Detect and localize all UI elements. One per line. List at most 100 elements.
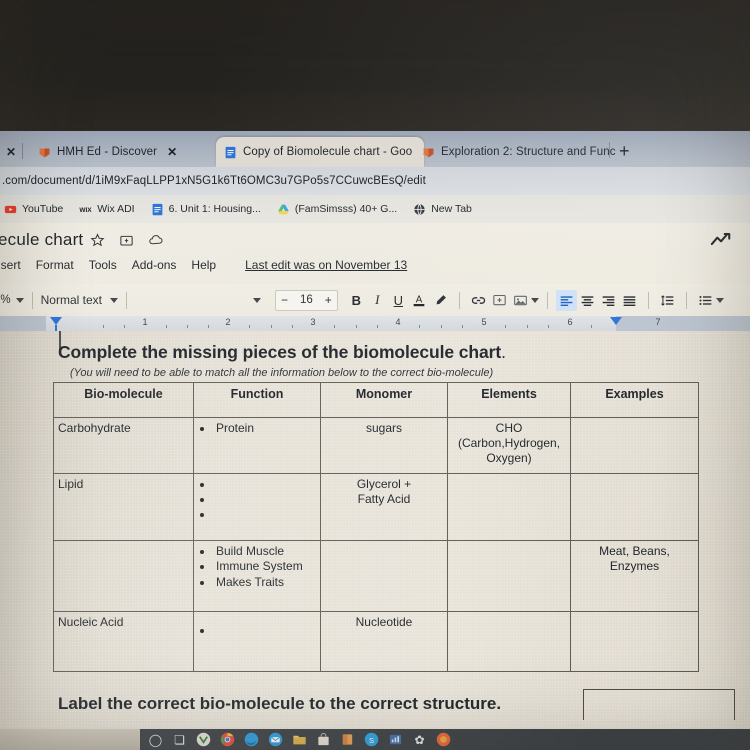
cell-function[interactable] <box>193 611 321 672</box>
col-header-examples: Examples <box>570 382 699 418</box>
bookmark-famsimsss[interactable]: (FamSimsss) 40+ G... <box>277 203 397 216</box>
settings-gear-icon[interactable]: ✿ <box>412 733 427 747</box>
menu-add-ons[interactable]: Add-ons <box>132 258 177 272</box>
left-indent-marker[interactable] <box>50 317 62 325</box>
cell-monomer[interactable]: sugars <box>320 417 448 474</box>
zoom-selector[interactable]: 0% <box>0 294 24 306</box>
bulleted-list-icon[interactable] <box>695 290 716 311</box>
highlight-pen-icon[interactable] <box>430 290 451 311</box>
text-color-button[interactable]: A <box>409 290 430 311</box>
line-spacing-icon[interactable] <box>657 290 678 311</box>
menu-insert[interactable]: nsert <box>0 258 21 272</box>
answer-box[interactable] <box>583 689 735 720</box>
table-row[interactable]: Carbohydrate Protein sugars CHO (Carbon,… <box>53 417 699 474</box>
trending-up-icon[interactable] <box>710 231 732 253</box>
list-item <box>214 492 316 507</box>
new-tab-button[interactable]: + <box>619 142 630 160</box>
cell-elements[interactable] <box>447 540 571 612</box>
cell-examples[interactable] <box>570 417 699 474</box>
table-row[interactable]: Lipid Glycerol + Fatty Acid <box>53 473 699 541</box>
cell-elements[interactable] <box>447 473 571 541</box>
insert-image-icon[interactable] <box>510 290 531 311</box>
cell-examples[interactable]: Meat, Beans, Enzymes <box>570 540 699 612</box>
cell-biomolecule[interactable]: Lipid <box>53 473 194 541</box>
mail-icon[interactable] <box>268 732 283 747</box>
table-row[interactable]: Build Muscle Immune System Makes Traits … <box>53 540 699 612</box>
cell-monomer[interactable]: Nucleotide <box>320 611 448 672</box>
skype-icon[interactable]: S <box>364 732 379 747</box>
bookmark-youtube[interactable]: YouTube <box>4 203 63 216</box>
cell-examples[interactable] <box>570 473 699 541</box>
google-docs-icon <box>224 146 237 159</box>
tab-label: Exploration 2: Structure and Func <box>441 146 616 158</box>
insert-image-chevron-down-icon[interactable] <box>530 297 539 303</box>
last-edit-status[interactable]: Last edit was on November 13 <box>245 258 407 272</box>
increase-font-size-button[interactable]: + <box>320 293 337 307</box>
url-text: .com/document/d/1iM9xFaqLLPP1xN5G1k6Tt6O… <box>2 175 426 187</box>
insert-link-icon[interactable] <box>468 290 489 311</box>
cell-elements[interactable] <box>447 611 571 672</box>
decrease-font-size-button[interactable]: − <box>276 293 293 307</box>
move-to-folder-icon[interactable] <box>119 233 134 248</box>
cell-biomolecule[interactable]: Carbohydrate <box>53 417 194 474</box>
table-row[interactable]: Nucleic Acid Nucleotide <box>53 611 699 672</box>
document-title[interactable]: ecule chart <box>0 230 83 250</box>
task-view-icon[interactable]: ❏ <box>172 733 187 747</box>
bookmark-new-tab[interactable]: New Tab <box>413 203 472 216</box>
right-indent-marker[interactable] <box>610 317 622 325</box>
docs-ruler[interactable]: 1 2 3 4 5 6 7 <box>0 316 750 331</box>
bookmark-wix-adi[interactable]: WIX Wix ADI <box>79 203 135 216</box>
office-icon[interactable] <box>340 732 355 747</box>
toolbar-divider <box>31 291 33 309</box>
chrome-icon[interactable] <box>220 732 235 747</box>
cell-elements[interactable]: CHO (Carbon,Hydrogen, Oxygen) <box>447 417 571 474</box>
menu-format[interactable]: Format <box>36 258 74 272</box>
chart-app-icon[interactable] <box>388 732 403 747</box>
align-right-icon[interactable] <box>598 290 619 311</box>
cell-function[interactable] <box>193 473 321 541</box>
cloud-saved-icon[interactable] <box>148 233 164 248</box>
store-icon[interactable] <box>316 732 331 747</box>
browser-tab-biomolecule-chart[interactable]: Copy of Biomolecule chart - Goo ✕ <box>216 137 424 167</box>
menu-help[interactable]: Help <box>191 258 216 272</box>
browser-tab-exploration-2[interactable]: Exploration 2: Structure and Func ✕ <box>414 137 626 167</box>
cell-examples[interactable] <box>570 611 699 672</box>
cell-function[interactable]: Build Muscle Immune System Makes Traits <box>193 540 321 612</box>
font-family-chevron-down-icon[interactable] <box>252 297 261 303</box>
align-justify-icon[interactable] <box>619 290 640 311</box>
function-bullet-list <box>198 477 316 522</box>
firefox-icon[interactable] <box>436 732 451 747</box>
cortana-circle-icon[interactable]: ◯ <box>148 733 163 747</box>
list-chevron-down-icon[interactable] <box>715 297 724 303</box>
address-bar[interactable]: .com/document/d/1iM9xFaqLLPP1xN5G1k6Tt6O… <box>0 167 750 195</box>
star-icon[interactable] <box>90 233 105 248</box>
add-comment-icon[interactable] <box>489 290 510 311</box>
edge-icon[interactable] <box>244 732 259 747</box>
offscreen-tab-close-icon[interactable]: ✕ <box>6 145 16 159</box>
close-icon[interactable]: ✕ <box>167 145 177 159</box>
cell-biomolecule[interactable] <box>53 540 194 612</box>
file-explorer-icon[interactable] <box>292 732 307 747</box>
menu-tools[interactable]: Tools <box>89 258 117 272</box>
italic-button[interactable]: I <box>367 290 388 311</box>
browser-tab-hmh-ed[interactable]: HMH Ed - Discover ✕ <box>30 137 226 167</box>
cell-biomolecule[interactable]: Nucleic Acid <box>53 611 194 672</box>
bookmark-unit-1-housing[interactable]: 6. Unit 1: Housing... <box>151 203 261 216</box>
bullet-text: Makes Traits <box>216 574 285 589</box>
cell-monomer[interactable]: Glycerol + Fatty Acid <box>320 473 448 541</box>
align-center-icon[interactable] <box>577 290 598 311</box>
chevron-down-icon <box>15 297 24 303</box>
underline-button[interactable]: U <box>388 290 409 311</box>
vivaldi-icon[interactable] <box>196 732 211 747</box>
font-size-stepper[interactable]: − 16 + <box>274 289 338 311</box>
align-left-icon[interactable] <box>555 289 577 311</box>
ruler-number: 1 <box>142 317 148 327</box>
function-bullet-list: Protein <box>198 421 316 436</box>
style-value: Normal text <box>40 293 102 307</box>
svg-text:S: S <box>369 736 374 745</box>
bold-button[interactable]: B <box>346 290 367 311</box>
tab-label: HMH Ed - Discover <box>57 146 158 158</box>
cell-function[interactable]: Protein <box>193 417 321 474</box>
cell-monomer[interactable] <box>320 540 448 612</box>
paragraph-style-selector[interactable]: Normal text <box>41 293 118 307</box>
